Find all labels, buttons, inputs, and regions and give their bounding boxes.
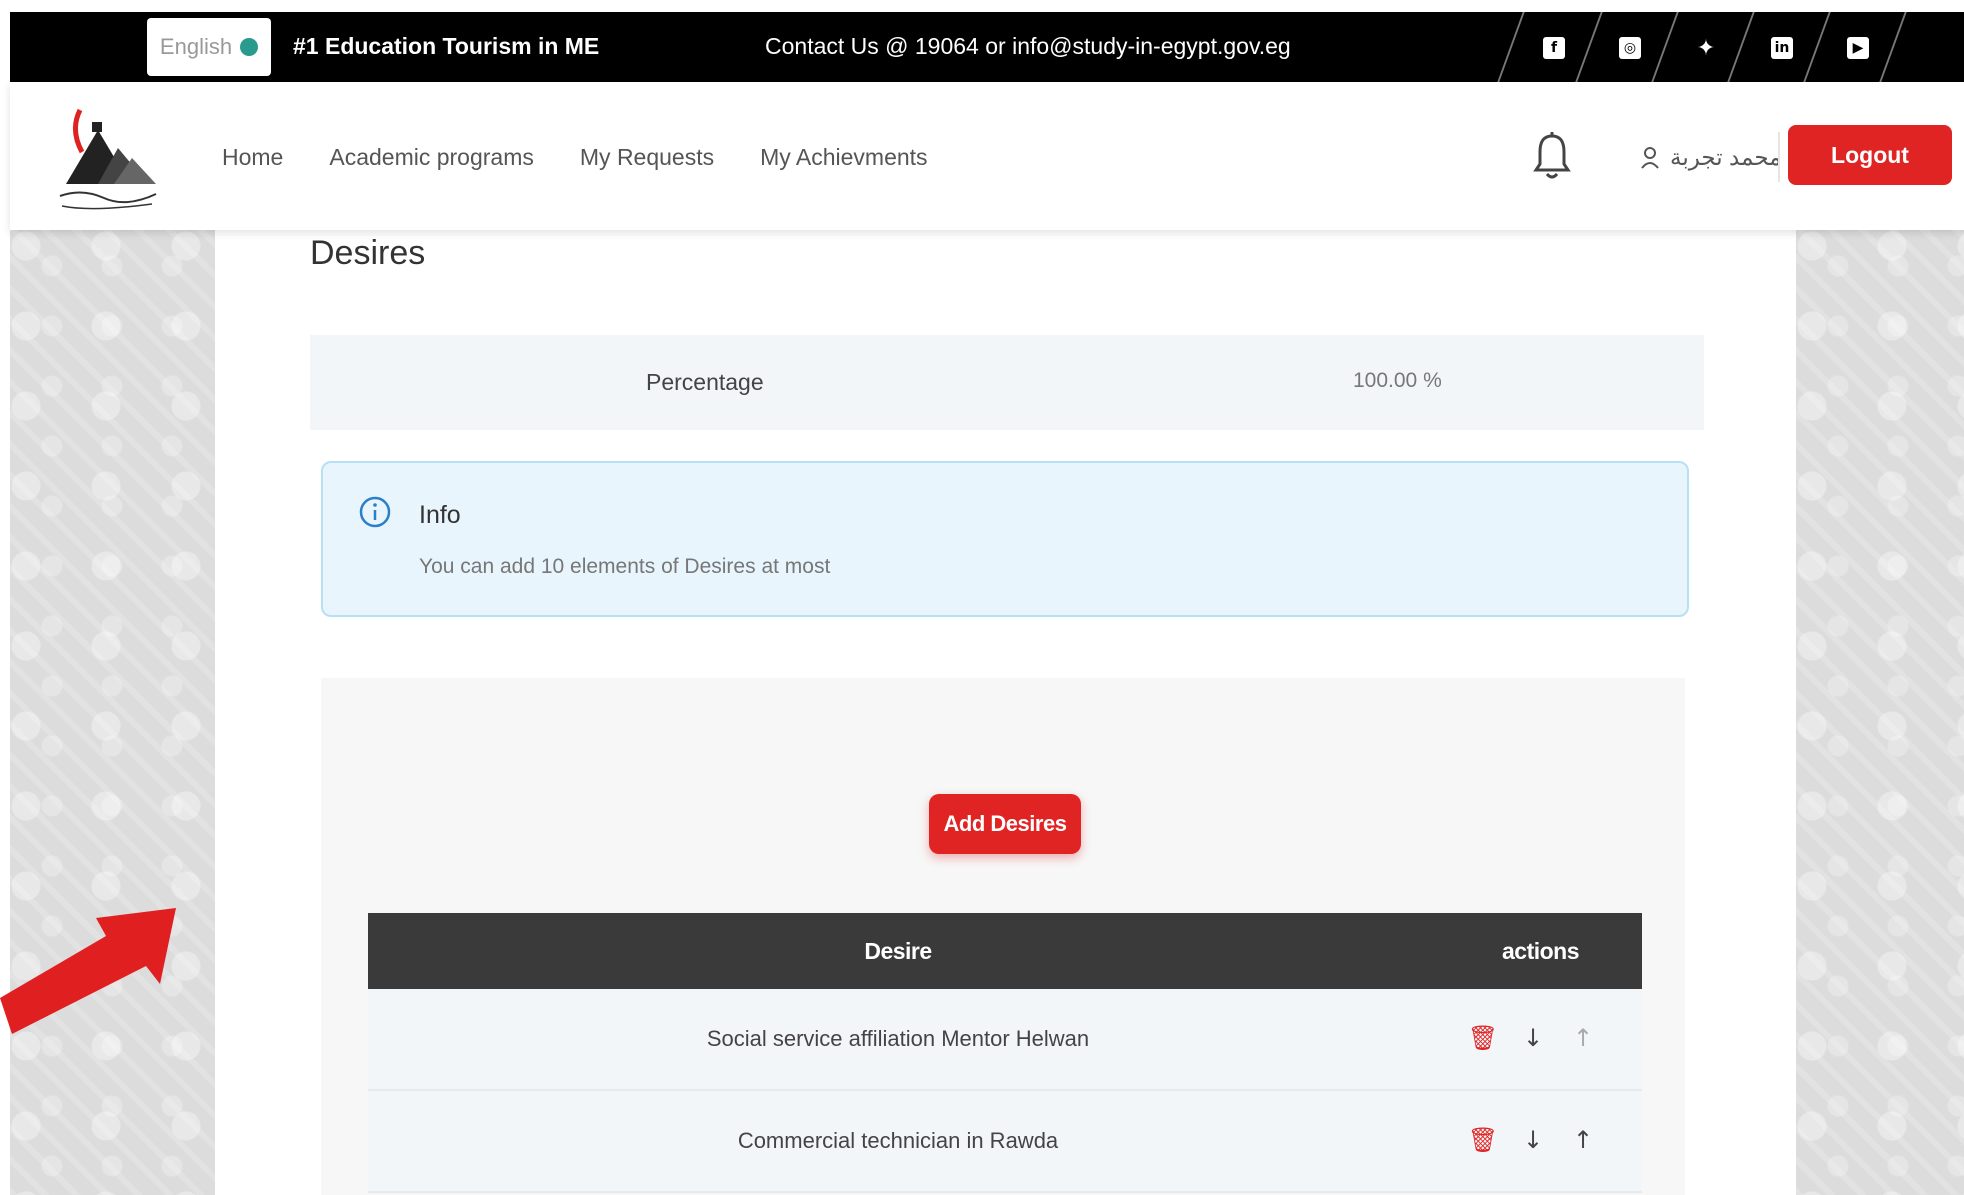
youtube-icon[interactable]: ▶	[1844, 34, 1872, 62]
percentage-label: Percentage	[646, 369, 764, 395]
top-bar: English #1 Education Tourism in ME Conta…	[10, 12, 1964, 82]
page-title: Desires	[310, 234, 426, 272]
desires-table: Desire actions Social service affiliatio…	[368, 913, 1642, 1193]
facebook-icon[interactable]: f	[1540, 34, 1568, 62]
right-pattern-panel	[1796, 230, 1964, 1195]
table-header: Desire actions	[368, 913, 1642, 989]
tagline: #1 Education Tourism in ME	[293, 33, 600, 59]
header-divider	[1778, 132, 1780, 182]
arrow-up-icon[interactable]: ↑	[1570, 1023, 1596, 1053]
study-in-egypt-logo[interactable]	[52, 100, 164, 216]
bell-icon[interactable]	[1532, 130, 1572, 182]
arrow-up-icon[interactable]: ↑	[1570, 1125, 1596, 1155]
info-alert: Info You can add 10 elements of Desires …	[321, 461, 1689, 617]
table-row: Commercial technician in Rawda 🗑 ↓ ↑	[368, 1091, 1642, 1193]
desire-cell: Commercial technician in Rawda	[737, 1128, 1059, 1153]
main-header: Home Academic programs My Requests My Ac…	[10, 82, 1964, 230]
column-header-desire: Desire	[864, 938, 932, 964]
info-icon	[359, 496, 391, 528]
social-links: f ◎ ✦ in ▶	[1497, 12, 1964, 82]
percentage-row: Percentage 100.00 %	[310, 335, 1704, 430]
user-menu[interactable]: محمد تجربة	[1640, 144, 1782, 171]
nav-home[interactable]: Home	[222, 144, 283, 171]
user-name: محمد تجربة	[1670, 144, 1782, 170]
add-desires-button[interactable]: Add Desires	[929, 794, 1081, 854]
table-row: Social service affiliation Mentor Helwan…	[368, 989, 1642, 1091]
info-title: Info	[419, 501, 461, 529]
globe-icon	[240, 38, 259, 56]
arrow-down-icon[interactable]: ↓	[1520, 1023, 1546, 1053]
column-header-actions: actions	[1502, 938, 1580, 964]
nav-my-requests[interactable]: My Requests	[580, 144, 714, 171]
info-text: You can add 10 elements of Desires at mo…	[419, 555, 831, 578]
nav-academic-programs[interactable]: Academic programs	[329, 144, 534, 171]
user-icon	[1641, 146, 1659, 169]
main-nav: Home Academic programs My Requests My Ac…	[222, 144, 928, 171]
left-pattern-panel	[10, 230, 215, 1195]
twitter-icon[interactable]: ✦	[1692, 34, 1720, 62]
row-actions: 🗑 ↓ ↑	[1468, 1023, 1596, 1053]
nav-my-achievements[interactable]: My Achievments	[760, 144, 927, 171]
red-pointer-arrow	[0, 908, 176, 1034]
linkedin-icon[interactable]: in	[1768, 34, 1796, 62]
logout-button[interactable]: Logout	[1788, 125, 1952, 185]
language-label: English	[159, 34, 233, 59]
contact-info: Contact Us @ 19064 or info@study-in-egyp…	[765, 33, 1291, 59]
arrow-down-icon[interactable]: ↓	[1520, 1125, 1546, 1155]
delete-icon[interactable]: 🗑	[1468, 1023, 1498, 1053]
percentage-value: 100.00 %	[1353, 369, 1442, 392]
language-switcher[interactable]: English	[147, 18, 271, 76]
delete-icon[interactable]: 🗑	[1468, 1125, 1498, 1155]
instagram-icon[interactable]: ◎	[1616, 34, 1644, 62]
row-actions: 🗑 ↓ ↑	[1468, 1125, 1596, 1155]
desire-cell: Social service affiliation Mentor Helwan	[706, 1026, 1090, 1051]
